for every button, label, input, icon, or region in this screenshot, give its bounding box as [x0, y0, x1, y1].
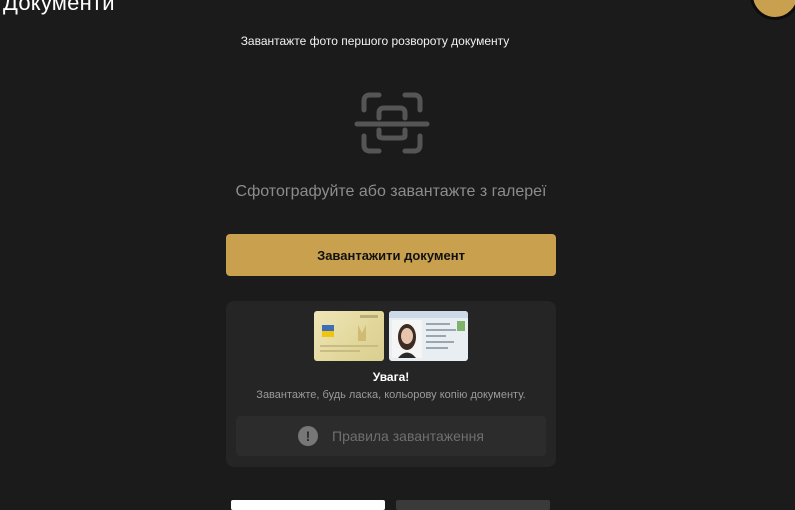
upload-rules-button[interactable]: ! Правила завантаження [236, 416, 546, 456]
warning-card: Увага! Завантажте, будь ласка, кольорову… [226, 301, 556, 467]
warning-text: Завантажте, будь ласка, кольорову копію … [256, 389, 526, 401]
warning-title: Увага! [372, 370, 410, 384]
upload-document-button[interactable]: Завантажити документ [226, 234, 556, 276]
upload-hint: Сфотографуйте або завантажте з галереї [235, 183, 547, 200]
id-card-photo-image [389, 311, 468, 361]
upload-subtitle: Завантажте фото першого розвороту докуме… [240, 34, 510, 48]
bottom-primary-button[interactable] [231, 500, 385, 510]
avatar[interactable] [750, 0, 795, 20]
upload-rules-label: Правила завантаження [332, 428, 484, 444]
document-scan-icon [354, 92, 430, 154]
bottom-secondary-button[interactable] [396, 500, 550, 510]
exclamation-circle-icon: ! [298, 426, 318, 446]
page-title: Документи [3, 0, 115, 15]
id-card-front-image [314, 311, 384, 361]
